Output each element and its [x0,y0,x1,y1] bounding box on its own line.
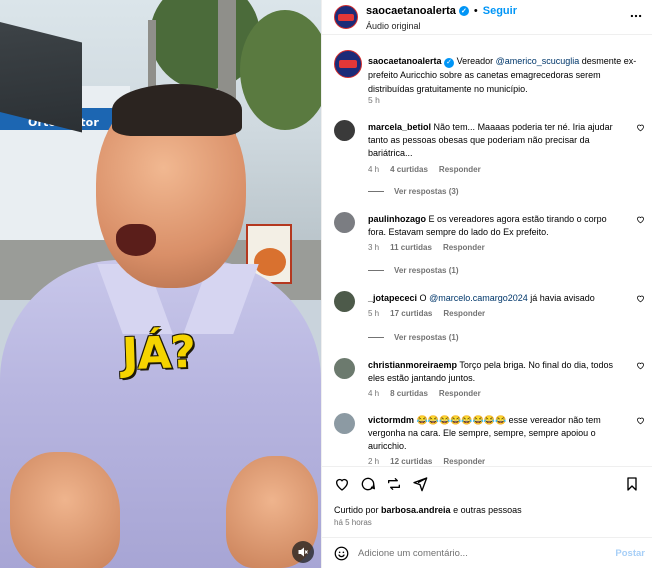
author-avatar[interactable] [334,50,362,78]
caption-username[interactable]: saocaetanoalerta [368,56,442,66]
comment-text: victormdm 😂😂😂😂😂😂😂😂 esse vereador não tem… [368,414,618,453]
comment-meta: 5 h 17 curtidas Responder [368,309,485,318]
replies-label: Ver respostas (1) [394,266,459,275]
replies-line [368,191,384,192]
verified-badge-icon: ✓ [458,6,469,16]
liked-by: Curtido por barbosa.andreia e outras pes… [334,505,522,515]
replies-line [368,337,384,338]
post-header: saocaetanoalerta ✓ • Seguir Áudio origin… [322,0,652,35]
caption-prefix: Vereador [456,56,496,66]
comment-likes[interactable]: 17 curtidas [390,309,432,318]
view-replies-button[interactable]: Ver respostas (1) [368,333,458,342]
reply-button[interactable]: Responder [439,389,481,398]
replies-line [368,270,384,271]
liked-by-user[interactable]: barbosa.andreia [381,505,451,515]
replies-label: Ver respostas (3) [394,187,459,196]
video-tree [240,10,321,130]
comment-time: 4 h [368,165,380,174]
reply-button[interactable]: Responder [443,243,485,252]
comment-icon[interactable] [360,476,376,492]
commenter-avatar[interactable] [334,212,355,233]
emoji-icon[interactable] [334,546,349,561]
comment-body: já havia avisado [527,293,595,303]
comment-time: 3 h [368,243,380,252]
comment-text: paulinhozago E os vereadores agora estão… [368,213,618,239]
reply-button[interactable]: Responder [439,165,481,174]
comment-meta: 2 h 12 curtidas Responder [368,457,485,466]
commenter-username[interactable]: marcela_betiol [368,122,431,132]
commenter-avatar[interactable] [334,358,355,379]
comment-meta: 4 h 8 curtidas Responder [368,389,481,398]
comment-input[interactable] [358,544,588,562]
commenter-username[interactable]: paulinhozago [368,214,426,224]
comment-likes[interactable]: 8 curtidas [390,389,428,398]
comment-composer: Postar [322,537,652,568]
liked-by-prefix: Curtido por [334,505,382,515]
post-side-panel: saocaetanoalerta ✓ • Seguir Áudio origin… [321,0,652,568]
instagram-post-view: OrtoDoctor JÁ? saocaetanoalerta ✓ • [0,0,652,568]
comment-body: O [419,293,430,303]
view-replies-button[interactable]: Ver respostas (3) [368,187,458,196]
heart-icon[interactable] [636,294,645,303]
post-video[interactable]: OrtoDoctor JÁ? [0,0,321,568]
caption-time: 5 h [368,95,380,105]
comment-text: christianmoreiraemp Torço pela briga. No… [368,359,618,385]
bookmark-icon[interactable] [624,476,640,492]
comment-time: 5 h [368,309,380,318]
more-options-icon[interactable] [629,9,643,23]
author-username[interactable]: saocaetanoalerta [366,5,456,17]
caption-text: saocaetanoalerta ✓ Vereador @americo_scu… [368,54,638,96]
verified-badge-icon: ✓ [444,58,455,68]
video-person-hand [10,452,120,568]
post-comment-button[interactable]: Postar [615,548,645,559]
comment-text: _jotapececi O @marcelo.camargo2024 já ha… [368,292,618,305]
comment-time: 4 h [368,389,380,398]
view-replies-button[interactable]: Ver respostas (1) [368,266,458,275]
follow-button[interactable]: Seguir [483,5,517,17]
comment-likes[interactable]: 11 curtidas [390,243,432,252]
comment-mention[interactable]: @marcelo.camargo2024 [429,293,528,303]
video-person-hair [112,84,242,136]
send-icon[interactable] [412,476,428,492]
post-timestamp[interactable]: há 5 horas [334,518,372,527]
author-avatar[interactable] [334,5,358,29]
video-person-mouth [116,224,156,256]
comment-meta: 4 h 4 curtidas Responder [368,165,481,174]
heart-icon[interactable] [636,123,645,132]
comment-text: marcela_betiol Não tem... Maaaas poderia… [368,121,618,160]
reply-button[interactable]: Responder [443,309,485,318]
heart-icon[interactable] [636,215,645,224]
commenter-avatar[interactable] [334,413,355,434]
comment-meta: 3 h 11 curtidas Responder [368,243,485,252]
heart-icon[interactable] [334,476,350,492]
repost-icon[interactable] [386,476,402,492]
comment-likes[interactable]: 12 curtidas [390,457,432,466]
comment-likes[interactable]: 4 curtidas [390,165,428,174]
commenter-avatar[interactable] [334,291,355,312]
reply-button[interactable]: Responder [443,457,485,466]
audio-link[interactable]: Áudio original [366,21,421,31]
commenter-avatar[interactable] [334,120,355,141]
mute-button[interactable] [292,541,314,563]
heart-icon[interactable] [636,361,645,370]
separator-dot: • [473,5,478,17]
author-row: saocaetanoalerta ✓ • Seguir [366,5,517,17]
heart-icon[interactable] [636,416,645,425]
commenter-username[interactable]: victormdm [368,415,414,425]
caption-mention[interactable]: @americo_scucuglia [496,56,580,66]
comment-time: 2 h [368,457,380,466]
liked-by-suffix[interactable]: e outras pessoas [451,505,522,515]
commenter-username[interactable]: christianmoreiraemp [368,360,457,370]
commenter-username[interactable]: _jotapececi [368,293,417,303]
speaker-muted-icon [298,547,308,557]
video-caption-overlay: JÁ? [121,326,196,381]
replies-label: Ver respostas (1) [394,333,459,342]
